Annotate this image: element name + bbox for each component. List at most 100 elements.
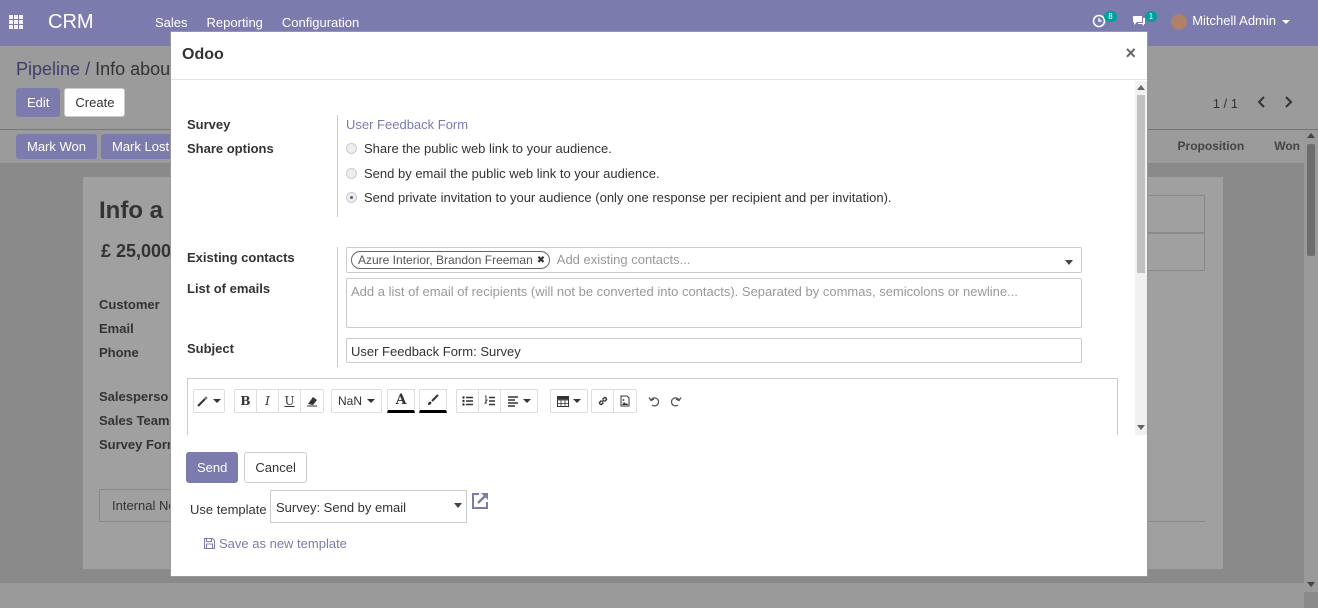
survey-label: Survey bbox=[187, 117, 231, 132]
dialog-header: Odoo × bbox=[171, 32, 1147, 80]
main-menu: Sales Reporting Configuration bbox=[155, 15, 359, 30]
scroll-down-icon[interactable] bbox=[1307, 582, 1315, 587]
edit-button[interactable]: Edit bbox=[16, 88, 61, 117]
bullet-list-button[interactable] bbox=[457, 390, 479, 412]
radio-email-public[interactable] bbox=[346, 168, 357, 179]
insert-group bbox=[591, 389, 637, 413]
emails-placeholder: Add a list of email of recipients (will … bbox=[351, 284, 1018, 299]
page-scrollbar[interactable] bbox=[1304, 130, 1318, 592]
link-icon bbox=[598, 396, 607, 406]
app-brand[interactable]: CRM bbox=[48, 11, 94, 34]
existing-contacts-label: Existing contacts bbox=[187, 250, 295, 265]
scroll-up-icon[interactable] bbox=[1307, 133, 1315, 138]
align-dropdown[interactable] bbox=[501, 390, 537, 412]
share-option-label: Send private invitation to your audience… bbox=[364, 190, 892, 205]
dropdown-caret-icon[interactable] bbox=[1065, 260, 1073, 265]
chevron-right-icon[interactable] bbox=[1284, 96, 1294, 108]
dialog-scrollbar[interactable] bbox=[1135, 81, 1147, 435]
stage-proposition[interactable]: Proposition bbox=[1178, 139, 1245, 153]
italic-button[interactable]: I bbox=[257, 390, 279, 412]
underline-button[interactable]: U bbox=[279, 390, 301, 412]
cancel-button[interactable]: Cancel bbox=[244, 452, 307, 483]
clear-format-button[interactable] bbox=[301, 390, 323, 412]
apps-menu-icon[interactable] bbox=[9, 15, 23, 29]
remove-tag-icon[interactable]: ✖ bbox=[537, 255, 545, 266]
contact-tag-label: Azure Interior, Brandon Freeman bbox=[358, 253, 533, 267]
redo-button[interactable] bbox=[665, 389, 687, 413]
close-icon[interactable]: × bbox=[1125, 43, 1136, 64]
user-menu[interactable]: Mitchell Admin bbox=[1171, 13, 1290, 30]
chevron-left-icon[interactable] bbox=[1256, 96, 1266, 108]
caret-down-icon bbox=[213, 399, 221, 403]
image-button[interactable] bbox=[614, 390, 636, 412]
breadcrumb: Pipeline / Info abou bbox=[16, 59, 170, 80]
style-group bbox=[193, 389, 225, 413]
activity-menu[interactable]: 8 bbox=[1092, 11, 1117, 28]
redo-icon bbox=[670, 397, 682, 407]
mark-won-button[interactable]: Mark Won bbox=[16, 134, 97, 159]
link-button[interactable] bbox=[592, 390, 614, 412]
floppy-disk-icon bbox=[204, 538, 215, 549]
undo-button[interactable] bbox=[643, 389, 665, 413]
table-group bbox=[550, 389, 588, 413]
share-option-email-public[interactable]: Send by email the public web link to you… bbox=[346, 166, 660, 181]
share-option-public-link[interactable]: Share the public web link to your audien… bbox=[346, 141, 612, 156]
template-value: Survey: Send by email bbox=[276, 500, 407, 515]
existing-contacts-field[interactable]: Azure Interior, Brandon Freeman ✖ Add ex… bbox=[346, 247, 1082, 273]
share-option-label: Share the public web link to your audien… bbox=[364, 141, 612, 156]
contacts-input[interactable]: Add existing contacts... bbox=[557, 252, 691, 267]
breadcrumb-separator: / bbox=[85, 59, 91, 79]
subject-input[interactable]: User Feedback Form: Survey bbox=[346, 338, 1082, 363]
menu-item-sales[interactable]: Sales bbox=[155, 15, 188, 30]
send-button[interactable]: Send bbox=[186, 452, 239, 483]
undo-icon bbox=[648, 397, 660, 407]
font-size-dropdown[interactable]: NaN bbox=[332, 390, 381, 412]
create-button[interactable]: Create bbox=[64, 88, 126, 117]
subject-label: Subject bbox=[187, 341, 234, 356]
emails-textarea[interactable]: Add a list of email of recipients (will … bbox=[346, 278, 1082, 328]
table-dropdown[interactable] bbox=[551, 390, 587, 412]
list-group bbox=[456, 389, 538, 413]
survey-share-dialog: Odoo × Survey Share options User Feedbac… bbox=[170, 31, 1148, 577]
menu-item-reporting[interactable]: Reporting bbox=[207, 15, 263, 30]
save-as-template-link[interactable]: Save as new template bbox=[204, 536, 347, 551]
numbered-list-button[interactable] bbox=[479, 390, 501, 412]
external-link-icon[interactable] bbox=[470, 491, 490, 511]
survey-link[interactable]: User Feedback Form bbox=[346, 117, 468, 132]
breadcrumb-parent[interactable]: Pipeline bbox=[16, 59, 80, 79]
survey-form-label: Survey Forn bbox=[99, 437, 175, 452]
scroll-up-icon[interactable] bbox=[1137, 85, 1145, 90]
body-editor[interactable]: B I U NaN A bbox=[187, 378, 1118, 435]
user-name: Mitchell Admin bbox=[1192, 13, 1276, 28]
dialog-body: Survey Share options User Feedback Form … bbox=[171, 81, 1147, 435]
menu-item-configuration[interactable]: Configuration bbox=[282, 15, 359, 30]
messaging-menu[interactable]: 1 bbox=[1131, 11, 1158, 28]
avatar bbox=[1171, 13, 1188, 30]
status-buttons: Mark Won Mark Lost bbox=[16, 134, 181, 159]
share-option-private-invite[interactable]: Send private invitation to your audience… bbox=[346, 190, 892, 205]
breadcrumb-current: Info abou bbox=[95, 59, 171, 79]
footer-buttons: Send Cancel bbox=[186, 452, 307, 483]
radio-private-invite[interactable] bbox=[346, 192, 357, 203]
dialog-scroll-thumb[interactable] bbox=[1137, 95, 1145, 273]
table-icon bbox=[557, 395, 569, 407]
page-scroll-thumb[interactable] bbox=[1307, 144, 1315, 256]
numbered-list-icon bbox=[483, 395, 495, 406]
list-of-emails-label: List of emails bbox=[187, 281, 271, 296]
font-size-value: NaN bbox=[338, 394, 363, 408]
stage-won[interactable]: Won bbox=[1274, 139, 1300, 153]
radio-public-link[interactable] bbox=[346, 143, 357, 154]
highlight-color-button[interactable] bbox=[419, 389, 447, 413]
bold-button[interactable]: B bbox=[235, 390, 257, 412]
pager-value[interactable]: 1 / 1 bbox=[1213, 96, 1238, 111]
opportunity-amount: £ 25,000 bbox=[101, 241, 172, 261]
template-select[interactable]: Survey: Send by email bbox=[270, 490, 467, 523]
caret-down-icon bbox=[573, 399, 581, 403]
mark-lost-button[interactable]: Mark Lost bbox=[101, 134, 181, 159]
share-option-label: Send by email the public web link to you… bbox=[364, 166, 660, 181]
message-badge: 1 bbox=[1144, 11, 1158, 23]
font-color-button[interactable]: A bbox=[387, 389, 415, 413]
bullet-list-icon bbox=[461, 396, 473, 406]
magic-wand-style-button[interactable] bbox=[194, 390, 224, 412]
scroll-down-icon[interactable] bbox=[1137, 425, 1145, 430]
